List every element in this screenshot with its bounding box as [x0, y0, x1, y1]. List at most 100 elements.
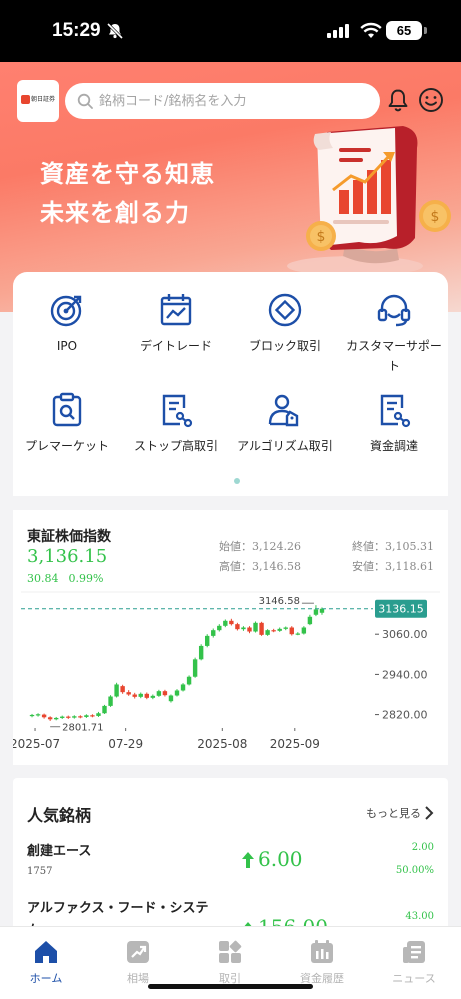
- tab-label: ホーム: [29, 972, 63, 985]
- hero-illustration: $ $: [287, 126, 451, 276]
- candle-body: [295, 633, 301, 635]
- candle-body: [198, 645, 204, 660]
- tab-label: ニュース: [392, 972, 436, 985]
- candle-body: [168, 695, 174, 702]
- headset-icon: [377, 294, 411, 327]
- stock-code: 1757: [27, 866, 53, 877]
- menu-item-customer-support[interactable]: カスタマーサポート: [340, 292, 448, 376]
- candle-body: [174, 690, 180, 696]
- high-price: 高値：3,146.58: [219, 560, 301, 573]
- candle-body: [84, 715, 89, 717]
- menu-item-stop-high[interactable]: ストップ高取引: [122, 392, 230, 456]
- candle-body: [313, 609, 319, 615]
- svg-text:$: $: [317, 229, 326, 245]
- candle-body: [223, 620, 228, 626]
- tab-home[interactable]: ホーム: [0, 939, 92, 986]
- candle-body: [301, 627, 307, 634]
- candle-body: [319, 608, 325, 613]
- calendar-bars-icon: [311, 940, 333, 963]
- menu-item-fundraising[interactable]: 資金調達: [340, 392, 448, 456]
- candle-body: [29, 714, 35, 717]
- stock-change: 2.00: [411, 842, 434, 853]
- candle-body: [265, 630, 270, 635]
- candle-body: [217, 625, 222, 631]
- user-face-icon[interactable]: [418, 87, 444, 113]
- bell-off-icon: [106, 22, 124, 40]
- candle-body: [289, 627, 294, 635]
- logo-text: 朝日証券: [31, 96, 56, 103]
- candle-body: [72, 716, 77, 718]
- candle-body: [132, 694, 137, 697]
- menu-item-label: デイトレード: [139, 339, 212, 353]
- document-link-icon: [380, 394, 411, 428]
- bell-icon[interactable]: [387, 88, 409, 112]
- candle-body: [186, 676, 192, 685]
- menu-item-premarket[interactable]: プレマーケット: [13, 392, 121, 456]
- candle-body: [235, 624, 240, 630]
- candle-body: [96, 713, 101, 716]
- menu-item-label: アルゴリズム取引: [237, 439, 333, 453]
- x-tick-label: 07-29: [108, 737, 143, 751]
- tab-market[interactable]: 相場: [92, 939, 184, 986]
- min-annotation: 2801.71: [62, 723, 103, 734]
- status-bar: 15:29 65: [0, 0, 461, 62]
- search-bar[interactable]: [65, 83, 380, 119]
- wifi-icon: [360, 22, 382, 38]
- candle-body: [259, 622, 264, 635]
- y-tick-label: 3060.00: [382, 628, 428, 641]
- x-tick-label: 2025-07: [13, 737, 60, 751]
- candle-body: [205, 635, 210, 646]
- candle-body: [162, 691, 168, 696]
- menu-item-block-trade[interactable]: ブロック取引: [231, 292, 339, 356]
- document-link-icon: [162, 394, 193, 428]
- signal-icon: [327, 24, 349, 38]
- menu-item-label: ストップ高取引: [133, 439, 218, 453]
- more-link[interactable]: もっと見る: [366, 805, 421, 821]
- diamond-icon: [268, 293, 302, 327]
- tab-trade[interactable]: 取引: [184, 939, 276, 986]
- menu-item-daytrade[interactable]: デイトレード: [122, 292, 230, 356]
- candle-body: [90, 715, 95, 717]
- candle-body: [66, 716, 71, 718]
- candle-body: [78, 716, 83, 718]
- menu-item-algo-trade[interactable]: アルゴリズム取引: [231, 392, 339, 456]
- low-price: 安値：3,118.61: [352, 560, 434, 573]
- candle-body: [211, 630, 216, 636]
- menu-item-ipo[interactable]: IPO: [13, 292, 121, 356]
- user-tag-icon: [268, 394, 299, 427]
- candle-body: [144, 693, 149, 698]
- x-tick-label: 2025-08: [197, 737, 247, 751]
- candle-body: [247, 627, 252, 632]
- candle-body: [271, 630, 276, 632]
- tab-news[interactable]: ニュース: [368, 939, 460, 986]
- battery-tip: [424, 27, 427, 34]
- index-title: 東証株価指数: [27, 529, 111, 545]
- hero-slogan-line2: 未来を創る力: [40, 198, 190, 227]
- candle-body: [283, 627, 288, 629]
- home-icon: [35, 941, 57, 963]
- last-price-label: 3136.15: [378, 603, 424, 616]
- search-input[interactable]: [99, 90, 369, 112]
- hero-slogan-line1: 資産を守る知恵: [40, 159, 215, 188]
- candle-body: [138, 693, 143, 697]
- status-time: 15:29: [52, 20, 101, 41]
- calendar-chart-icon: [160, 294, 192, 326]
- tab-fund-history[interactable]: 資金履歴: [276, 939, 368, 986]
- target-icon: [50, 295, 82, 327]
- svg-text:$: $: [431, 209, 440, 225]
- popular-title: 人気銘柄: [27, 806, 92, 825]
- candle-body: [35, 714, 41, 716]
- index-change-value: 30.84: [27, 572, 59, 585]
- index-change-pct: 0.99%: [68, 572, 104, 585]
- chevron-right-icon[interactable]: [424, 806, 434, 820]
- app-logo[interactable]: 朝日証券: [17, 80, 59, 122]
- search-icon: [77, 93, 93, 109]
- open-price: 始値：3,124.26: [219, 540, 301, 553]
- candle-body: [241, 627, 246, 630]
- home-indicator: [148, 984, 313, 989]
- candle-body: [120, 686, 125, 693]
- max-annotation: 3146.58: [259, 596, 300, 607]
- y-tick-label: 2940.00: [382, 668, 428, 681]
- candlestick-chart[interactable]: 3060.00 2940.00 2820.00 2025-07 07-29 2025-08…: [13, 590, 448, 760]
- arrow-up-icon: [242, 852, 254, 868]
